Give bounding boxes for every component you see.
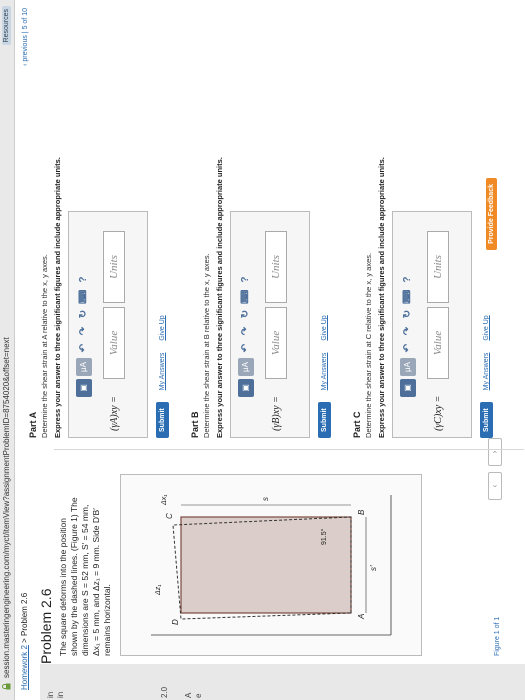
figure-navigation: Figure 1 of 1 <box>494 617 501 656</box>
part-a-submit-button[interactable]: Submit <box>156 402 169 438</box>
breadcrumb-current: Problem 2.6 <box>20 592 29 636</box>
undo-icon[interactable]: ↶ <box>76 341 92 355</box>
figure-arrows: ‹ › <box>488 430 502 500</box>
breadcrumb: Homework 2 > Problem 2.6 <box>20 593 29 690</box>
label-s: s <box>261 497 270 501</box>
part-b-toolbar: ▣ μA ↶ ↷ ↻ ⌨ ? <box>237 273 255 397</box>
breadcrumb-homework-link[interactable]: Homework 2 <box>20 645 29 690</box>
templates-button[interactable]: ▣ <box>400 379 416 397</box>
part-b-my-answers-link[interactable]: My Answers <box>321 353 328 391</box>
sidebar-item: in <box>56 691 65 698</box>
part-c-question: Determine the shear strain at C relative… <box>364 252 373 438</box>
part-c: Part C Determine the shear strain at C r… <box>352 8 497 438</box>
help-icon[interactable]: ? <box>238 273 254 287</box>
label-c: C <box>165 513 174 519</box>
breadcrumb-separator: > <box>20 638 29 643</box>
part-b-value-input[interactable]: Value <box>265 307 287 379</box>
label-angle: 91.5° <box>321 528 328 545</box>
part-c-answer-panel: ▣ μA ↶ ↷ ↻ ⌨ ? (γC)xy = Value Units <box>392 211 472 438</box>
part-b-submit-button[interactable]: Submit <box>318 402 331 438</box>
sidebar-item: in <box>46 691 55 698</box>
part-c-value-input[interactable]: Value <box>427 307 449 379</box>
part-c-symbol: (γC)xy = <box>433 395 444 431</box>
next-figure-button[interactable]: › <box>488 438 502 466</box>
part-b: Part B Determine the shear strain at B r… <box>190 8 331 438</box>
templates-button[interactable]: ▣ <box>76 379 92 397</box>
part-c-my-answers-link[interactable]: My Answers <box>483 353 490 391</box>
sidebar-item: A <box>184 692 193 698</box>
part-c-toolbar: ▣ μA ↶ ↷ ↻ ⌨ ? <box>399 273 417 397</box>
part-a-toolbar: ▣ μA ↶ ↷ ↻ ⌨ ? <box>75 273 93 397</box>
part-a-value-input[interactable]: Value <box>103 307 125 379</box>
sidebar-item: e <box>194 693 203 698</box>
part-a-title: Part A <box>28 411 38 438</box>
label-dx1: Δx₁ <box>161 494 168 505</box>
problem-title: Problem 2.6 <box>38 588 54 664</box>
problem-description: The square deforms into the position sho… <box>58 497 112 656</box>
mu-button[interactable]: μA <box>400 358 416 376</box>
part-a-instruction: Express your answer to three significant… <box>53 157 62 438</box>
help-icon[interactable]: ? <box>76 273 92 287</box>
help-icon[interactable]: ? <box>400 273 416 287</box>
panel-divider <box>54 449 524 450</box>
label-d: D <box>171 619 180 625</box>
redo-icon[interactable]: ↷ <box>400 324 416 338</box>
part-b-instruction: Express your answer to three significant… <box>215 157 224 438</box>
part-b-units-input[interactable]: Units <box>265 231 287 303</box>
part-b-give-up-link[interactable]: Give Up <box>321 315 328 340</box>
templates-button[interactable]: ▣ <box>238 379 254 397</box>
provide-feedback-button[interactable]: Provide Feedback <box>486 178 497 250</box>
figure-count: of 1 <box>494 616 501 629</box>
label-dz1: Δz₁ <box>155 584 162 595</box>
part-c-submit-button[interactable]: Submit <box>480 402 493 438</box>
part-a-symbol: (γA)xy = <box>109 396 120 431</box>
part-c-units-input[interactable]: Units <box>427 231 449 303</box>
undo-icon[interactable]: ↶ <box>238 341 254 355</box>
figure-panel: A B C D 91.5° s Δx₁ Δz₁ s′ <box>120 474 422 656</box>
part-b-title: Part B <box>190 411 200 438</box>
undo-icon[interactable]: ↶ <box>400 341 416 355</box>
part-b-symbol: (γB)xy = <box>271 396 282 431</box>
sidebar-item: 2.0 <box>160 686 169 698</box>
part-a-answer-panel: ▣ μA ↶ ↷ ↻ ⌨ ? (γA)xy = Value Units <box>68 211 148 438</box>
sidebar-strip: in in 2.0 A e <box>40 664 525 700</box>
resources-button[interactable]: Resources <box>2 6 11 46</box>
keyboard-icon[interactable]: ⌨ <box>76 290 92 304</box>
keyboard-icon[interactable]: ⌨ <box>238 290 254 304</box>
mu-button[interactable]: μA <box>76 358 92 376</box>
reset-icon[interactable]: ↻ <box>76 307 92 321</box>
redo-icon[interactable]: ↷ <box>76 324 92 338</box>
part-a-question: Determine the shear strain at A relative… <box>40 254 49 438</box>
page: session.masteringengineering.com/myct/it… <box>0 0 525 700</box>
label-b: B <box>357 509 366 515</box>
keyboard-icon[interactable]: ⌨ <box>400 290 416 304</box>
part-b-actions: Submit My Answers Give Up <box>318 8 331 438</box>
part-a-my-answers-link[interactable]: My Answers <box>159 353 166 391</box>
previous-figure-button[interactable]: ‹ <box>488 472 502 500</box>
part-b-question: Determine the shear strain at B relative… <box>202 253 211 438</box>
part-a-units-input[interactable]: Units <box>103 231 125 303</box>
reset-icon[interactable]: ↻ <box>400 307 416 321</box>
reset-icon[interactable]: ↻ <box>238 307 254 321</box>
part-c-give-up-link[interactable]: Give Up <box>483 315 490 340</box>
part-b-answer-panel: ▣ μA ↶ ↷ ↻ ⌨ ? (γB)xy = Value Units <box>230 211 310 438</box>
part-a: Part A Determine the shear strain at A r… <box>28 8 169 438</box>
mu-button[interactable]: μA <box>238 358 254 376</box>
redo-icon[interactable]: ↷ <box>238 324 254 338</box>
figure-select[interactable]: Figure 1 <box>494 630 501 656</box>
label-a: A <box>357 613 366 619</box>
browser-address-bar[interactable]: session.masteringengineering.com/myct/it… <box>0 0 15 700</box>
lock-icon <box>2 683 11 690</box>
part-a-give-up-link[interactable]: Give Up <box>159 315 166 340</box>
part-c-title: Part C <box>352 411 362 438</box>
part-a-actions: Submit My Answers Give Up <box>156 8 169 438</box>
label-sprime: s′ <box>369 565 378 572</box>
url-text: session.masteringengineering.com/myct/it… <box>2 337 11 678</box>
part-c-instruction: Express your answer to three significant… <box>377 157 386 438</box>
